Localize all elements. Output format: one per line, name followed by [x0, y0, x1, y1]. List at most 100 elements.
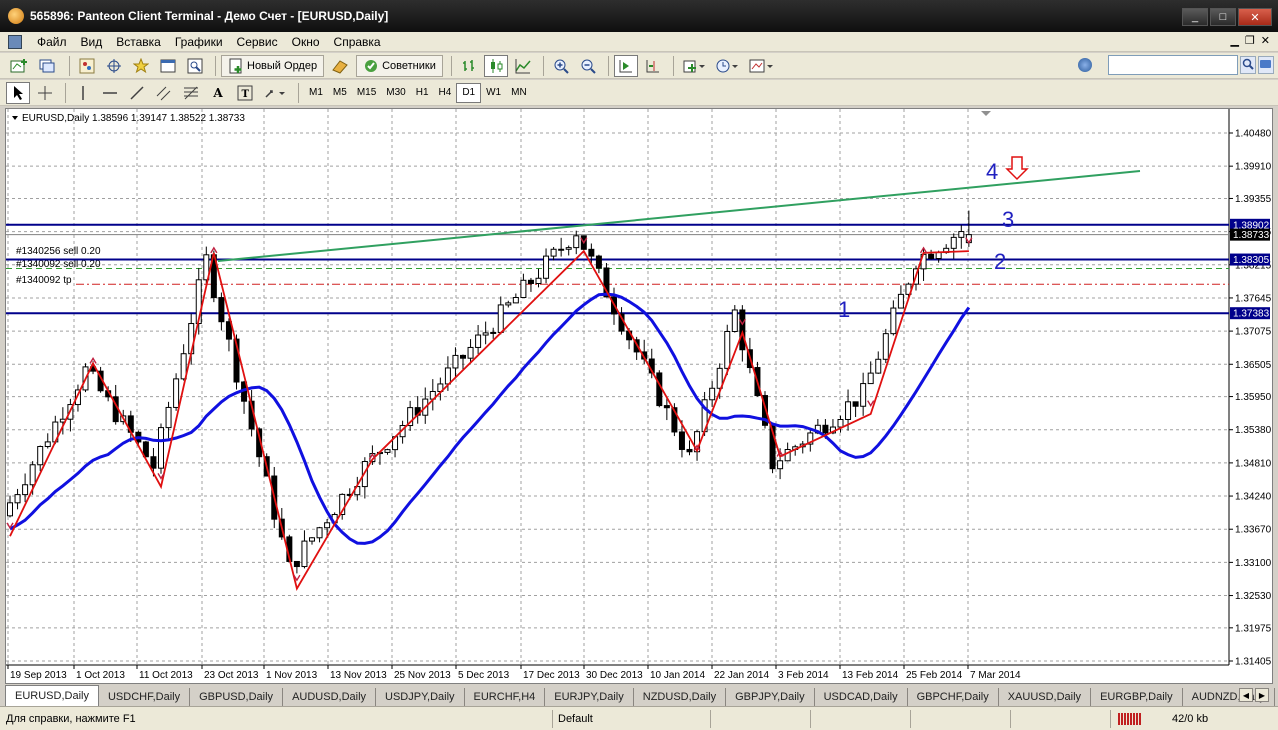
- tab-eurjpy-daily[interactable]: EURJPY,Daily: [545, 688, 634, 706]
- crosshair-button[interactable]: [102, 55, 126, 77]
- experts-button[interactable]: Советники: [356, 54, 443, 77]
- close-button[interactable]: ✕: [1238, 8, 1272, 26]
- templates-button[interactable]: [745, 55, 777, 77]
- tab-gbpjpy-daily[interactable]: GBPJPY,Daily: [726, 688, 815, 706]
- tab-scroll-right-icon[interactable]: ▶: [1255, 688, 1269, 702]
- candle-body: [928, 253, 935, 260]
- timeframe-m15[interactable]: M15: [352, 83, 381, 103]
- timeframe-h1[interactable]: H1: [411, 83, 434, 103]
- tab-nzdusd-daily[interactable]: NZDUSD,Daily: [634, 688, 727, 706]
- auto-scroll-button[interactable]: [613, 54, 638, 77]
- candle-body: [218, 297, 225, 323]
- zoom-in-button[interactable]: [549, 55, 573, 77]
- date-tick-label: 10 Jan 2014: [650, 670, 705, 681]
- drawing-toolbar: A T M1 M5 M15 M30 H1 H4 D1 W1 MN: [0, 80, 1278, 106]
- wave-label-3: 3: [1002, 207, 1014, 232]
- timeframe-m5[interactable]: M5: [328, 83, 352, 103]
- vertical-line-button[interactable]: [71, 82, 95, 104]
- document-icon[interactable]: [8, 34, 22, 49]
- candle-body: [316, 527, 323, 539]
- candle-body: [875, 358, 882, 374]
- mdi-close-icon[interactable]: ✕: [1261, 34, 1270, 47]
- tab-usdjpy-daily[interactable]: USDJPY,Daily: [376, 688, 465, 706]
- navigator-icon: [107, 58, 121, 73]
- metaeditor-button[interactable]: [327, 55, 353, 77]
- tab-scroll-left-icon[interactable]: ◀: [1239, 688, 1253, 702]
- horizontal-line-button[interactable]: [98, 82, 122, 104]
- menu-insert[interactable]: Вставка: [109, 35, 168, 49]
- menu-window[interactable]: Окно: [285, 35, 327, 49]
- settings-gear-icon[interactable]: [1078, 58, 1092, 72]
- maximize-button[interactable]: □: [1210, 8, 1236, 26]
- timeframe-m30[interactable]: M30: [381, 83, 410, 103]
- timeframe-h4[interactable]: H4: [434, 83, 457, 103]
- tab-usdcad-daily[interactable]: USDCAD,Daily: [815, 688, 908, 706]
- chart-window[interactable]: 1.404801.399101.393551.387851.382151.376…: [5, 108, 1273, 684]
- price-tick-label: 1.33670: [1235, 525, 1272, 536]
- candle-body: [550, 248, 557, 257]
- app-icon: [8, 8, 24, 24]
- terminal-button[interactable]: [156, 55, 180, 77]
- tab-gbpchf-daily[interactable]: GBPCHF,Daily: [908, 688, 999, 706]
- trendline-button[interactable]: [125, 82, 149, 104]
- search-options-button[interactable]: [1258, 56, 1274, 74]
- current-price-tag: 1.38733: [1233, 230, 1270, 241]
- mdi-minimize-icon[interactable]: ▁: [1230, 34, 1238, 47]
- price-chart[interactable]: 1.404801.399101.393551.387851.382151.376…: [6, 109, 1272, 683]
- timeframe-w1[interactable]: W1: [481, 83, 506, 103]
- wave-label-4: 4: [986, 159, 998, 184]
- text-label-button[interactable]: T: [233, 82, 257, 104]
- market-watch-button[interactable]: [75, 55, 99, 77]
- chart-shift-button[interactable]: [641, 55, 665, 77]
- price-tick-label: 1.36505: [1235, 360, 1272, 371]
- tester-button[interactable]: [183, 55, 207, 77]
- menu-charts[interactable]: Графики: [168, 35, 230, 49]
- search-icon: [1242, 58, 1254, 70]
- timeframe-mn[interactable]: MN: [506, 83, 532, 103]
- terminal-icon: [160, 59, 176, 72]
- timeframe-m1[interactable]: M1: [304, 83, 328, 103]
- text-button[interactable]: A: [206, 82, 230, 104]
- mdi-restore-icon[interactable]: ❐: [1245, 34, 1255, 47]
- profiles-button[interactable]: [35, 55, 61, 77]
- tab-xauusd-daily[interactable]: XAUUSD,Daily: [999, 688, 1092, 706]
- crosshair-icon: [38, 85, 52, 100]
- tab-eurchf-h4[interactable]: EURCHF,H4: [465, 688, 546, 706]
- tab-eurusd-daily[interactable]: EURUSD,Daily: [5, 685, 99, 706]
- timeframe-d1[interactable]: D1: [456, 82, 482, 103]
- search-button[interactable]: [1240, 56, 1256, 74]
- tab-usdchf-daily[interactable]: USDCHF,Daily: [99, 688, 191, 706]
- cursor-button[interactable]: [6, 81, 30, 104]
- favorites-button[interactable]: [129, 55, 153, 77]
- trendline-icon: [130, 85, 144, 100]
- zoom-out-button[interactable]: [576, 55, 600, 77]
- tab-eurgbp-daily[interactable]: EURGBP,Daily: [1091, 688, 1183, 706]
- connection-status-icon[interactable]: [1118, 713, 1142, 725]
- line-chart-button[interactable]: [511, 55, 535, 77]
- tab-gbpusd-daily[interactable]: GBPUSD,Daily: [190, 688, 284, 706]
- menu-tools[interactable]: Сервис: [230, 35, 285, 49]
- status-traffic: 42/0 kb: [1172, 712, 1209, 725]
- new-order-button[interactable]: Новый Ордер: [221, 54, 325, 77]
- bar-chart-button[interactable]: [457, 55, 481, 77]
- menu-file[interactable]: Файл: [30, 35, 74, 49]
- fibonacci-button[interactable]: [179, 82, 203, 104]
- minimize-button[interactable]: _: [1182, 8, 1208, 26]
- search-input[interactable]: [1108, 55, 1238, 75]
- channel-button[interactable]: [152, 82, 176, 104]
- candle-body: [852, 401, 859, 407]
- candle-chart-button[interactable]: [483, 54, 508, 77]
- new-chart-button[interactable]: [6, 55, 32, 77]
- crosshair-tool-button[interactable]: [33, 82, 57, 104]
- order-label-1340092: #1340092 sell 0.20: [16, 259, 101, 270]
- menu-help[interactable]: Справка: [327, 35, 388, 49]
- arrows-button[interactable]: [260, 82, 290, 104]
- menu-view[interactable]: Вид: [74, 35, 110, 49]
- indicators-button[interactable]: [679, 55, 709, 77]
- date-tick-label: 23 Oct 2013: [204, 670, 259, 681]
- date-tick-label: 25 Nov 2013: [394, 670, 451, 681]
- periods-button[interactable]: [712, 55, 742, 77]
- tab-audusd-daily[interactable]: AUDUSD,Daily: [283, 688, 377, 706]
- price-tick-label: 1.34810: [1235, 458, 1272, 469]
- candle-body: [535, 277, 542, 284]
